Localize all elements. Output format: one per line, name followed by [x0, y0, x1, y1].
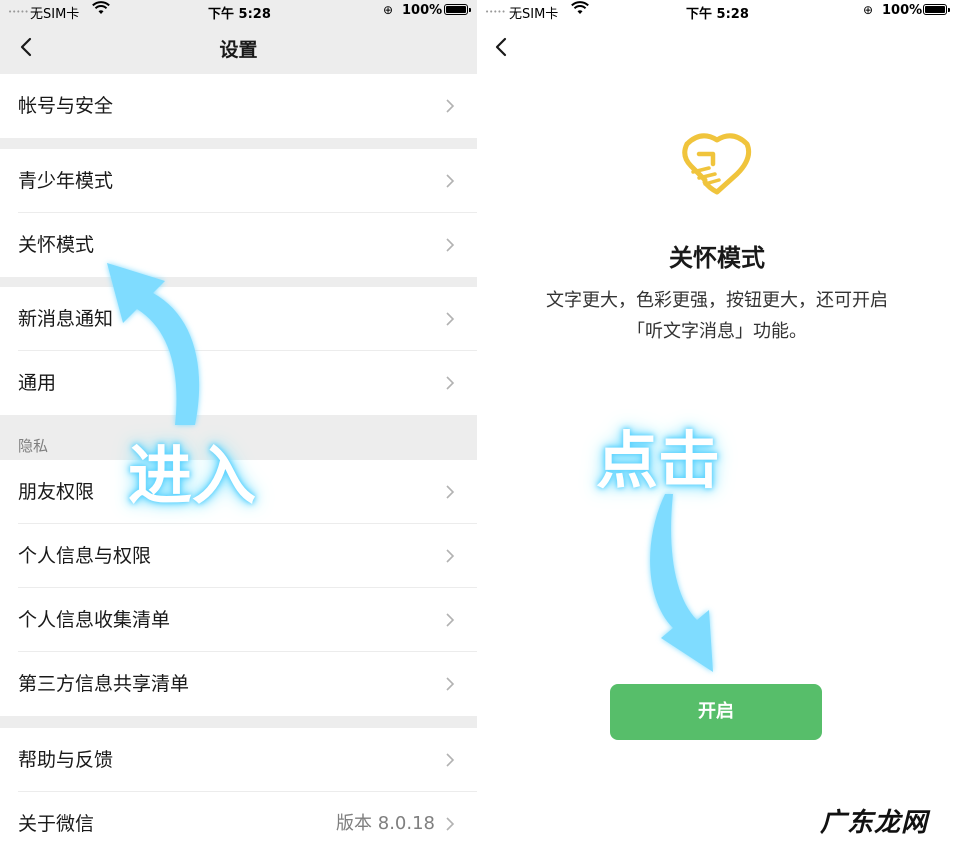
enable-care-mode-button[interactable]: 开启: [610, 684, 822, 740]
settings-group-about: 帮助与反馈 关于微信 版本 8.0.18: [0, 728, 477, 849]
carrier-label: 无SIM卡: [30, 7, 80, 22]
chevron-left-icon: [495, 37, 507, 57]
nav-bar: 设置: [0, 22, 477, 74]
annotation-arrow-down-icon: [650, 494, 713, 672]
settings-screen: ••••• 无SIM卡 下午 5:28 ⊕ 100% 设置 帐号与安全 青少年模…: [0, 0, 477, 849]
care-mode-description: 文字更大，色彩更强，按钮更大，还可开启 「听文字消息」功能。: [479, 285, 955, 347]
status-bar: ••••• 无SIM卡 下午 5:28 ⊕ 100%: [0, 0, 477, 22]
page-title: 设置: [219, 39, 258, 61]
settings-group-privacy: 朋友权限 个人信息与权限 个人信息收集清单 第三方信息共享清单: [0, 460, 477, 716]
chevron-right-icon: [446, 238, 455, 252]
settings-item-third-party-sharing-list[interactable]: 第三方信息共享清单: [0, 652, 477, 716]
settings-item-label: 关于微信: [18, 813, 95, 835]
chevron-right-icon: [446, 613, 455, 627]
wifi-icon: [92, 1, 110, 15]
battery-percent: 100%: [882, 3, 923, 18]
settings-item-label: 个人信息与权限: [18, 545, 152, 567]
settings-item-info-collection-list[interactable]: 个人信息收集清单: [0, 588, 477, 652]
care-mode-screen: ••••• 无SIM卡 下午 5:28 ⊕ 100% 关怀模式 文字更大，色彩更…: [479, 0, 955, 849]
settings-item-label: 青少年模式: [18, 170, 114, 192]
battery-icon: [923, 4, 950, 15]
settings-item-general[interactable]: 通用: [0, 351, 477, 415]
signal-icon: •••••: [8, 8, 29, 16]
settings-group-modes: 青少年模式 关怀模式: [0, 149, 477, 277]
settings-item-label: 朋友权限: [18, 481, 95, 503]
settings-item-care-mode[interactable]: 关怀模式: [0, 213, 477, 277]
chevron-right-icon: [446, 549, 455, 563]
settings-item-label: 新消息通知: [18, 308, 114, 330]
back-button[interactable]: [491, 36, 513, 58]
signal-icon: •••••: [485, 8, 506, 16]
settings-item-label: 个人信息收集清单: [18, 609, 171, 631]
settings-item-label: 帐号与安全: [18, 95, 114, 117]
settings-item-account-security[interactable]: 帐号与安全: [0, 74, 477, 138]
settings-item-personal-info[interactable]: 个人信息与权限: [0, 524, 477, 588]
chevron-right-icon: [446, 312, 455, 326]
watermark: 广东龙网: [820, 808, 929, 838]
clock: 下午 5:28: [686, 7, 749, 22]
care-heart-hand-icon: [682, 133, 752, 195]
settings-item-label: 通用: [18, 372, 57, 394]
settings-item-label: 帮助与反馈: [18, 749, 114, 771]
section-label-privacy: 隐私: [18, 437, 49, 455]
settings-item-notifications[interactable]: 新消息通知: [0, 287, 477, 351]
settings-group-account: 帐号与安全: [0, 74, 477, 138]
version-value: 版本 8.0.18: [336, 813, 435, 834]
carrier-label: 无SIM卡: [509, 7, 559, 22]
annotation-click-label: 点击: [596, 424, 721, 497]
chevron-right-icon: [446, 753, 455, 767]
settings-item-teen-mode[interactable]: 青少年模式: [0, 149, 477, 213]
settings-item-about-wechat[interactable]: 关于微信 版本 8.0.18: [0, 792, 477, 849]
orientation-lock-icon: ⊕: [863, 3, 874, 17]
chevron-right-icon: [446, 174, 455, 188]
status-bar: ••••• 无SIM卡 下午 5:28 ⊕ 100%: [479, 0, 955, 22]
chevron-right-icon: [446, 376, 455, 390]
chevron-right-icon: [446, 677, 455, 691]
settings-item-label: 第三方信息共享清单: [18, 673, 190, 695]
wifi-icon: [571, 1, 589, 15]
settings-item-help-feedback[interactable]: 帮助与反馈: [0, 728, 477, 792]
settings-group-general: 新消息通知 通用: [0, 287, 477, 415]
orientation-lock-icon: ⊕: [383, 3, 394, 17]
care-mode-desc-line1: 文字更大，色彩更强，按钮更大，还可开启: [546, 290, 888, 311]
settings-item-label: 关怀模式: [18, 234, 95, 256]
chevron-right-icon: [446, 485, 455, 499]
chevron-right-icon: [446, 817, 455, 831]
clock: 下午 5:28: [208, 7, 271, 22]
care-mode-title: 关怀模式: [669, 244, 765, 272]
battery-percent: 100%: [402, 3, 443, 18]
care-mode-desc-line2: 「听文字消息」功能。: [627, 321, 807, 342]
chevron-right-icon: [446, 99, 455, 113]
settings-item-friend-permissions[interactable]: 朋友权限: [0, 460, 477, 524]
battery-icon: [444, 4, 471, 15]
